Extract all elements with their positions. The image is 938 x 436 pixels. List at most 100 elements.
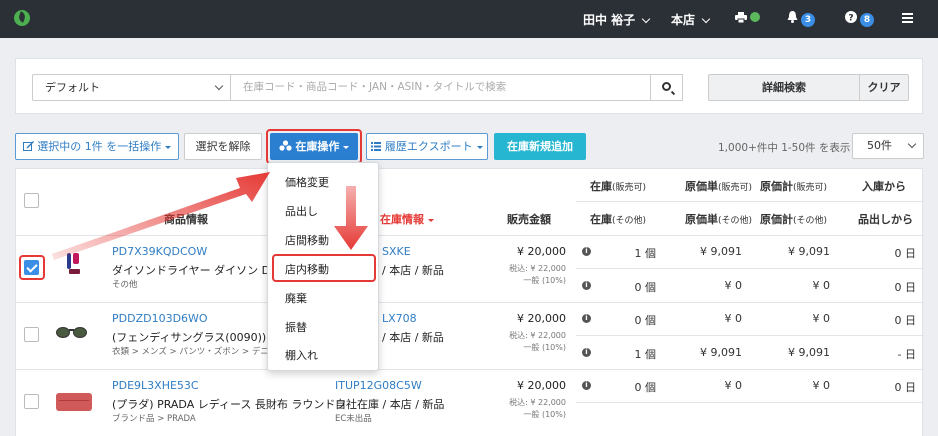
stock-code-link[interactable]: LX708	[382, 312, 417, 325]
select-all-checkbox[interactable]	[24, 193, 39, 208]
history-export-button[interactable]: 履歴エクスポート	[366, 133, 488, 160]
list-icon	[371, 142, 382, 151]
total-cost-sellable: ¥ 9,091	[788, 245, 830, 258]
svg-text:?: ?	[848, 14, 853, 24]
search-preset-select[interactable]: デフォルト	[32, 74, 231, 101]
printer-status[interactable]	[735, 11, 760, 25]
header-text: 原価単	[685, 213, 718, 226]
header-unit-cost-other: 原価単(その他)	[685, 211, 752, 227]
info-icon[interactable]: i	[582, 247, 591, 256]
result-count: 1,000+件中 1-50件 を表示	[718, 142, 851, 154]
edit-icon	[22, 141, 34, 151]
per-page-select[interactable]: 50件	[852, 133, 924, 159]
menu-item-dispose[interactable]: 廃棄	[285, 290, 307, 306]
header-sub-text: (その他)	[793, 216, 828, 226]
deselect-button[interactable]: 選択を解除	[184, 133, 262, 160]
qty-sellable: 0 個	[634, 314, 657, 327]
header-stock-other: 在庫(その他)	[590, 211, 646, 227]
header-sub-text: (販売可)	[612, 183, 647, 193]
top-navbar: 田中 裕子 本店 3 ? 8	[0, 0, 938, 38]
product-category: ブランド品 > PRADA	[112, 414, 196, 424]
header-stock-sellable: 在庫(販売可)	[590, 178, 646, 194]
stock-location: 自社在庫 / 本店 / 新品	[335, 398, 445, 411]
days-since-arrival: 0 日	[894, 381, 917, 394]
advanced-search-button[interactable]: 詳細検索	[708, 74, 860, 101]
days-since-display: 0 日	[894, 281, 917, 294]
bulk-edit-label: 選択中の 1件 を一括操作	[37, 140, 162, 153]
chevron-down-icon	[214, 81, 224, 91]
total-cost-sellable: ¥ 0	[812, 312, 831, 325]
bell-icon	[787, 11, 798, 23]
menu-item-inter-store-transfer[interactable]: 店間移動	[285, 232, 329, 248]
tax-type: 一般 (10%)	[523, 343, 566, 352]
store-menu[interactable]: 本店	[671, 11, 711, 28]
price-tax-included: 税込: ¥ 22,000	[509, 264, 566, 273]
header-sub-text: (その他)	[718, 216, 753, 226]
stock-operations-dropdown: 価格変更 品出し 店間移動 店内移動 廃棄 振替 棚入れ	[267, 162, 379, 371]
unit-cost-other: ¥ 0	[724, 279, 743, 292]
product-code-link[interactable]: PDE9L3XHE53C	[112, 379, 199, 392]
price-tax-included: 税込: ¥ 22,000	[509, 331, 566, 340]
row-checkbox[interactable]	[24, 394, 39, 409]
chevron-down-icon	[907, 139, 917, 149]
sale-price: ¥ 20,000	[517, 245, 566, 258]
row-checkbox[interactable]	[24, 327, 39, 342]
stock-code-link[interactable]: SXKE	[382, 245, 411, 258]
printer-icon	[735, 12, 747, 24]
total-cost-sellable: ¥ 0	[812, 379, 831, 392]
search-placeholder: 在庫コード・商品コード・JAN・ASIN・タイトルで検索	[243, 81, 507, 93]
unit-cost-sellable: ¥ 9,091	[700, 245, 742, 258]
menu-item-reassign[interactable]: 振替	[285, 319, 307, 335]
header-stock-info-label: 在庫情報	[380, 213, 424, 226]
caret-down-icon	[476, 145, 483, 149]
menu-item-display[interactable]: 品出し	[285, 203, 318, 219]
product-thumbnail	[56, 393, 92, 411]
header-total-cost-sellable: 原価計(販売可)	[760, 178, 827, 194]
header-sub-text: (販売可)	[718, 183, 753, 193]
stock-location: / 本店 / 新品	[382, 264, 444, 277]
header-stock-info[interactable]: 在庫情報	[380, 211, 434, 227]
search-button[interactable]	[650, 74, 683, 101]
stock-note: EC未出品	[335, 414, 372, 424]
product-category: その他	[112, 280, 138, 290]
unit-cost-sellable: ¥ 0	[724, 312, 743, 325]
total-cost-other: ¥ 0	[812, 279, 831, 292]
info-icon[interactable]: i	[582, 381, 591, 390]
notifications-button[interactable]: 3	[787, 11, 815, 27]
chevron-down-icon	[641, 14, 651, 24]
header-sale-price: 販売金額	[507, 213, 551, 226]
clear-button[interactable]: クリア	[859, 74, 909, 101]
menu-item-shelving[interactable]: 棚入れ	[285, 347, 318, 363]
search-input[interactable]: 在庫コード・商品コード・JAN・ASIN・タイトルで検索	[231, 74, 651, 101]
header-total-cost-other: 原価計(その他)	[760, 211, 827, 227]
chevron-down-icon	[701, 14, 711, 24]
logo-icon[interactable]	[14, 10, 30, 26]
add-new-stock-button[interactable]: 在庫新規追加	[494, 133, 586, 160]
days-since-arrival: 0 日	[894, 247, 917, 260]
header-days-since-arrival: 入庫から	[862, 180, 906, 193]
tax-type: 一般 (10%)	[523, 276, 566, 285]
bulk-edit-button[interactable]: 選択中の 1件 を一括操作	[15, 133, 179, 160]
stock-code-link[interactable]: ITUP12G08C5W	[335, 379, 422, 392]
header-text: 在庫	[590, 180, 612, 193]
help-button[interactable]: ? 8	[845, 11, 874, 27]
help-count-badge: 8	[860, 13, 874, 27]
tax-type: 一般 (10%)	[523, 410, 566, 419]
info-icon[interactable]: i	[582, 281, 591, 290]
info-icon[interactable]: i	[582, 314, 591, 323]
product-code-link[interactable]: PDDZD103D6WO	[112, 312, 208, 325]
info-icon[interactable]: i	[582, 348, 591, 357]
search-preset-value: デフォルト	[45, 81, 100, 94]
question-icon: ?	[845, 11, 857, 24]
store-name: 本店	[671, 13, 696, 27]
qty-sellable: 1 個	[634, 247, 657, 260]
header-text: 原価計	[760, 180, 793, 193]
history-export-label: 履歴エクスポート	[384, 140, 473, 153]
search-icon	[662, 82, 671, 91]
user-menu[interactable]: 田中 裕子	[583, 11, 651, 28]
product-code-link[interactable]: PD7X39KQDCOW	[112, 245, 207, 258]
menu-item-price-change[interactable]: 価格変更	[285, 174, 329, 190]
stock-table: 商品情報 在庫情報 販売金額 在庫(販売可) 在庫(その他) 原価単(販売可) …	[15, 168, 924, 436]
hamburger-menu-button[interactable]	[902, 12, 913, 26]
unit-cost-sellable: ¥ 0	[724, 379, 743, 392]
